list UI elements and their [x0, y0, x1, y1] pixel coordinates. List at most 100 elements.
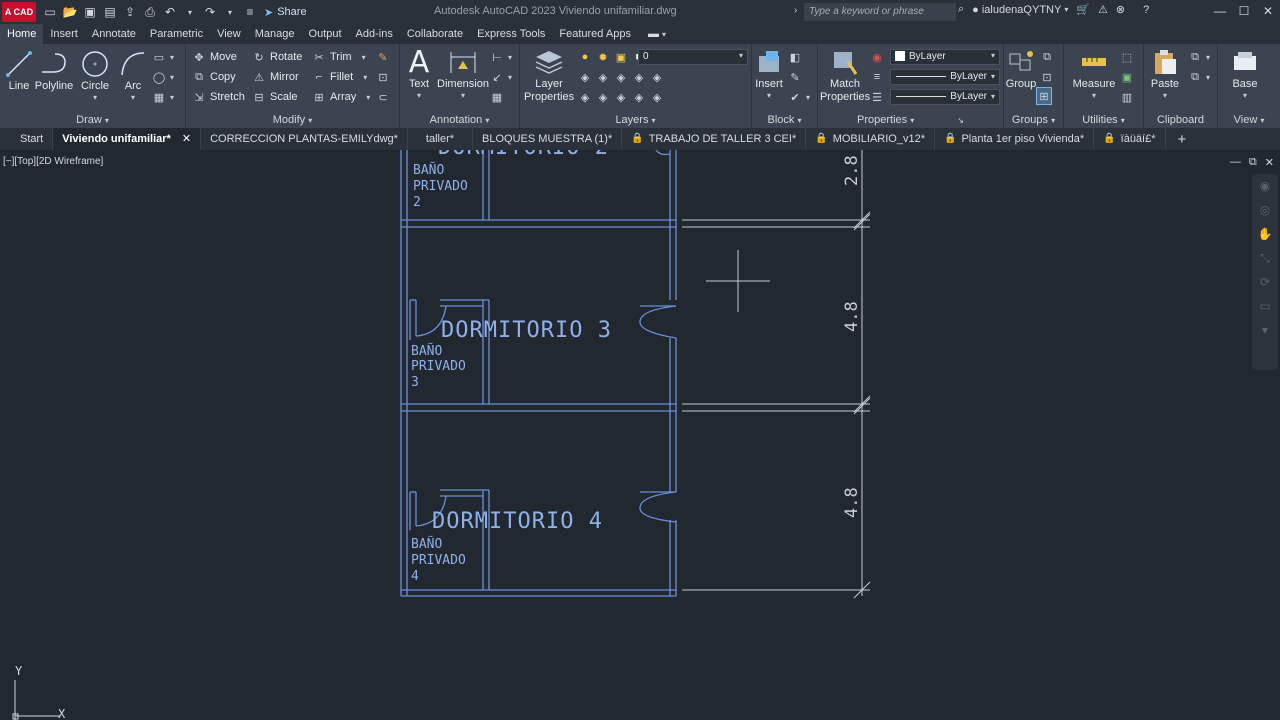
calculator-tool[interactable]: ▣ — [1120, 68, 1134, 86]
search-input[interactable]: Type a keyword or phrase — [804, 3, 956, 21]
tab-home[interactable]: Home — [0, 24, 44, 44]
save-icon[interactable]: ▣ — [80, 2, 100, 22]
copy-clip-tool[interactable]: ⧉ ▾ — [1188, 68, 1210, 86]
save-as-icon[interactable]: ▤ — [100, 2, 120, 22]
stretch-tool[interactable]: ⇲ Stretch — [192, 88, 244, 106]
array-tool[interactable]: ⊞ Array ▾ — [312, 88, 370, 106]
fillet-tool[interactable]: ⌐ Fillet ▾ — [312, 68, 367, 86]
tab-express-tools[interactable]: Express Tools — [470, 24, 552, 44]
layer-tools-row2[interactable]: ◈ ◈ ◈ ◈ ◈ — [578, 88, 664, 106]
base-view-tool[interactable]: Base ▾ — [1222, 46, 1268, 100]
block-attribute-tool[interactable]: ✔ ▾ — [788, 88, 810, 106]
tab-collaborate[interactable]: Collaborate — [400, 24, 470, 44]
layer-dropdown[interactable]: 0 ▾ — [638, 49, 748, 65]
layers-panel-title[interactable]: Layers ▾ — [520, 114, 751, 126]
linetype-dropdown[interactable]: ByLayer ▾ — [890, 89, 1000, 105]
rotate-tool[interactable]: ↻ Rotate — [252, 48, 302, 66]
lineweight-icon-btn[interactable]: ≡ — [870, 68, 884, 86]
cart-icon[interactable]: 🛒 — [1076, 3, 1090, 16]
minimize-button[interactable]: — — [1208, 0, 1232, 22]
copy-tool[interactable]: ⧉ Copy — [192, 68, 236, 86]
new-file-icon[interactable]: ▭ — [40, 2, 60, 22]
color-dropdown[interactable]: ByLayer ▾ — [890, 49, 1000, 65]
stay-connected-icon[interactable]: ⊗ — [1116, 3, 1125, 16]
tab-view[interactable]: View — [210, 24, 248, 44]
full-navigation-wheel-icon[interactable]: ◎ — [1252, 198, 1278, 222]
layer-state-icons[interactable]: ● ✹ ▣ ■ — [578, 48, 646, 66]
search-icon[interactable]: ⌕ — [958, 3, 964, 16]
annotation-panel-title[interactable]: Annotation ▾ — [400, 114, 519, 126]
quick-select-tool[interactable]: ⬚ — [1120, 48, 1134, 66]
paste-tool[interactable]: Paste ▾ — [1142, 46, 1188, 100]
close-tab-icon[interactable]: ✕ — [182, 128, 191, 150]
close-button[interactable]: ✕ — [1256, 0, 1280, 22]
tab-insert[interactable]: Insert — [43, 24, 85, 44]
doc-tab-viviendo-unifamiliar[interactable]: Viviendo unifamiliar* ✕ — [53, 128, 202, 150]
measure-tool[interactable]: Measure ▾ — [1068, 46, 1120, 100]
view-panel-title[interactable]: View ▾ — [1218, 114, 1280, 126]
color-picker[interactable]: ◉ — [870, 48, 884, 66]
zoom-extents-icon[interactable]: ⤡ — [1252, 246, 1278, 270]
doc-tab-correccion-plantas[interactable]: CORRECCION PLANTAS-EMILYdwg* — [201, 128, 408, 150]
search-expand-icon[interactable]: › — [794, 5, 797, 16]
doc-tab-mobiliario[interactable]: 🔒 MOBILIARIO_v12* — [806, 128, 936, 150]
share-button[interactable]: ➤ Share — [264, 6, 307, 19]
block-panel-title[interactable]: Block ▾ — [752, 114, 817, 126]
autodesk-a360-icon[interactable]: ⚠ — [1098, 3, 1108, 16]
maximize-button[interactable]: ☐ — [1232, 0, 1256, 22]
open-file-icon[interactable]: 📂 — [60, 2, 80, 22]
ellipse-tool[interactable]: ◯ ▾ — [152, 68, 174, 86]
linear-dim-tool[interactable]: ⊢ ▾ — [490, 48, 512, 66]
navbar-options-icon[interactable]: ▾ — [1252, 318, 1278, 342]
web-mobile-icon[interactable]: ⇪ — [120, 2, 140, 22]
arc-tool[interactable]: Arc ▾ — [110, 48, 156, 102]
trim-tool[interactable]: ✂ Trim ▾ — [312, 48, 365, 66]
hatch-tool[interactable]: ▦ ▾ — [152, 88, 174, 106]
tab-manage[interactable]: Manage — [248, 24, 302, 44]
polyline-tool[interactable]: Polyline — [31, 48, 77, 93]
undo-dropdown-icon[interactable]: ▾ — [180, 2, 200, 22]
linetype-icon-btn[interactable]: ☰ — [870, 88, 884, 106]
floor-plan-drawing[interactable]: DORMITORIO 2 BAÑO PRIVADO 2 DORMITORIO 3… — [0, 150, 1280, 720]
drawing-viewport[interactable]: [−][Top][2D Wireframe] — ⧉ ✕ BAÑO PRIVAD… — [0, 150, 1280, 720]
groups-panel-title[interactable]: Groups ▾ — [1004, 114, 1063, 126]
create-block-tool[interactable]: ◧ — [788, 48, 802, 66]
erase-tool[interactable]: ✎ — [376, 48, 390, 66]
group-selection-toggle[interactable]: ⊞ — [1036, 87, 1052, 105]
steering-wheel-icon[interactable]: ◉ — [1252, 174, 1278, 198]
utilities-panel-title[interactable]: Utilities ▾ — [1064, 114, 1143, 126]
app-logo[interactable]: A CAD — [2, 2, 36, 22]
ungroup-tool[interactable]: ⧉ — [1040, 48, 1054, 66]
group-edit-tool[interactable]: ⊡ — [1040, 68, 1054, 86]
offset-tool[interactable]: ⊂ — [376, 88, 390, 106]
layer-properties-tool[interactable]: Layer Properties — [524, 46, 574, 104]
doc-tab-encoded[interactable]: 🔒 ïàüäí£* — [1094, 128, 1166, 150]
text-tool[interactable]: A Text ▾ — [396, 45, 442, 101]
pan-icon[interactable]: ✋ — [1252, 222, 1278, 246]
properties-panel-title[interactable]: Properties ▾ ↘ — [818, 114, 1003, 126]
scale-tool[interactable]: ⊟ Scale — [252, 88, 297, 106]
new-tab-button[interactable]: + — [1166, 131, 1199, 148]
orbit-icon[interactable]: ⟳ — [1252, 270, 1278, 294]
undo-icon[interactable]: ↶ — [160, 2, 180, 22]
redo-dropdown-icon[interactable]: ▾ — [220, 2, 240, 22]
insert-block-tool[interactable]: Insert ▾ — [746, 46, 792, 100]
id-point-tool[interactable]: ▥ — [1120, 88, 1134, 106]
help-icon[interactable]: ? — [1143, 4, 1149, 16]
doc-tab-planta-1er-piso[interactable]: 🔒 Planta 1er piso Vivienda* — [935, 128, 1095, 150]
edit-block-tool[interactable]: ✎ — [788, 68, 802, 86]
customize-qat-icon[interactable]: ≡ — [240, 2, 260, 22]
layer-tools-row1[interactable]: ◈ ◈ ◈ ◈ ◈ — [578, 68, 664, 86]
doc-tab-trabajo-taller[interactable]: 🔒 TRABAJO DE TALLER 3 CEI* — [622, 128, 807, 150]
showmotion-icon[interactable]: ▭ — [1252, 294, 1278, 318]
plot-icon[interactable]: ⎙ — [140, 2, 160, 22]
dimension-tool[interactable]: Dimension ▾ — [437, 46, 489, 100]
group-tool[interactable]: Group — [998, 46, 1044, 91]
redo-icon[interactable]: ↷ — [200, 2, 220, 22]
move-tool[interactable]: ✥ Move — [192, 48, 237, 66]
tab-output[interactable]: Output — [302, 24, 349, 44]
tab-add-ins[interactable]: Add-ins — [349, 24, 400, 44]
tab-featured-apps[interactable]: Featured Apps — [552, 24, 638, 44]
mirror-tool[interactable]: ⚠ Mirror — [252, 68, 299, 86]
tab-parametric[interactable]: Parametric — [143, 24, 210, 44]
